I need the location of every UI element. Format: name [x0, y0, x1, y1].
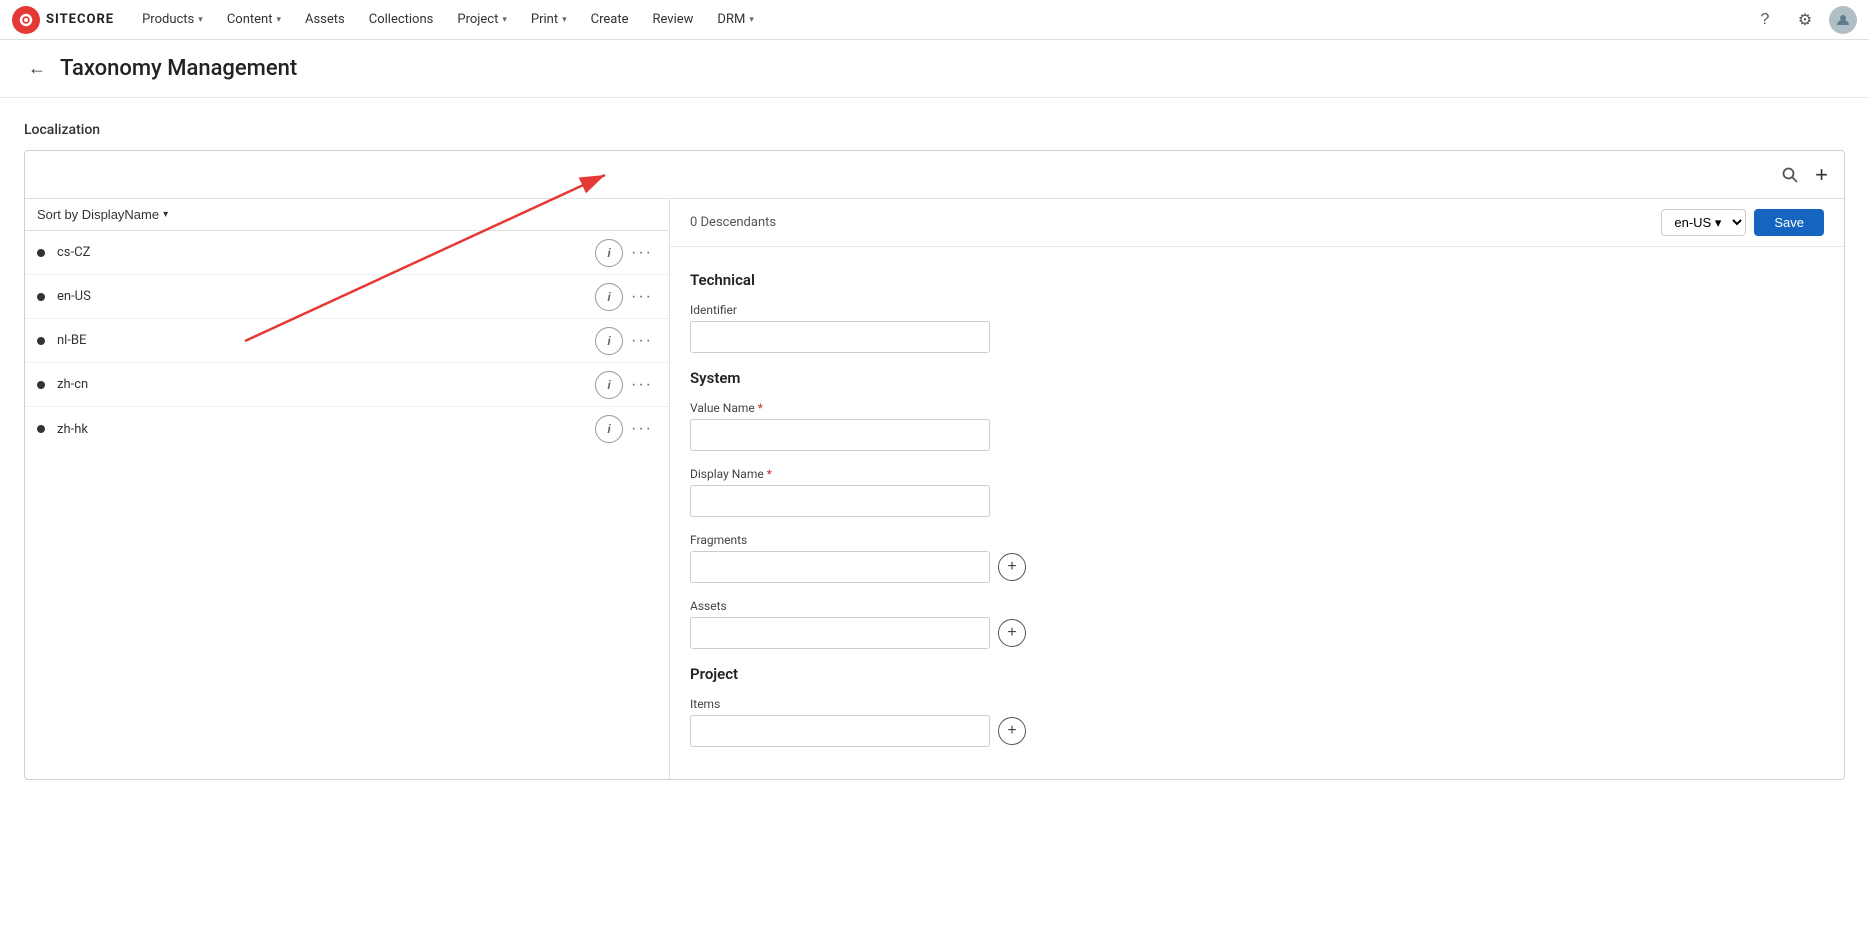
items-field-row: +: [690, 715, 1824, 747]
nav-item-print[interactable]: Print ▾: [519, 0, 579, 40]
value-name-input[interactable]: [690, 419, 990, 451]
project-section-heading: Project: [690, 665, 1824, 683]
value-name-label: Value Name *: [690, 401, 1824, 415]
assets-field-row: +: [690, 617, 1824, 649]
add-item-button[interactable]: +: [1811, 160, 1832, 190]
panel-toolbar: +: [25, 151, 1844, 199]
item-actions: i ···: [595, 283, 657, 311]
technical-section-heading: Technical: [690, 271, 1824, 289]
display-name-field-group: Display Name *: [690, 467, 1824, 517]
item-actions: i ···: [595, 327, 657, 355]
nav-item-collections[interactable]: Collections: [357, 0, 446, 40]
page-title: Taxonomy Management: [60, 56, 297, 81]
identifier-input[interactable]: [690, 321, 990, 353]
fragments-label: Fragments: [690, 533, 1824, 547]
identifier-label: Identifier: [690, 303, 1824, 317]
info-button[interactable]: i: [595, 371, 623, 399]
item-actions: i ···: [595, 239, 657, 267]
nav-item-content[interactable]: Content ▾: [215, 0, 293, 40]
identifier-field-group: Identifier: [690, 303, 1824, 353]
chevron-down-icon: ▾: [198, 15, 203, 25]
items-input[interactable]: [690, 715, 990, 747]
add-assets-button[interactable]: +: [998, 619, 1026, 647]
item-actions: i ···: [595, 371, 657, 399]
item-actions: i ···: [595, 415, 657, 443]
panel-body: Sort by DisplayName ▾ cs-CZ i ··· en-US: [25, 199, 1844, 779]
nav-item-products[interactable]: Products ▾: [130, 0, 215, 40]
chevron-down-icon: ▾: [502, 15, 507, 25]
bullet-icon: [37, 425, 45, 433]
more-button[interactable]: ···: [627, 286, 657, 308]
more-button[interactable]: ···: [627, 418, 657, 440]
sort-bar: Sort by DisplayName ▾: [25, 199, 669, 231]
chevron-down-icon: ▾: [749, 15, 754, 25]
detail-panel: 0 Descendants en-US ▾ Save Technical Ide…: [670, 199, 1844, 779]
bullet-icon: [37, 293, 45, 301]
nav-item-review[interactable]: Review: [640, 0, 705, 40]
user-avatar[interactable]: [1829, 6, 1857, 34]
chevron-down-icon: ▾: [163, 209, 168, 220]
info-button[interactable]: i: [595, 239, 623, 267]
bullet-icon: [37, 337, 45, 345]
page-header: ← Taxonomy Management: [0, 40, 1869, 98]
bullet-icon: [37, 249, 45, 257]
fragments-field-group: Fragments +: [690, 533, 1824, 583]
list-item: zh-hk i ···: [25, 407, 669, 451]
assets-input[interactable]: [690, 617, 990, 649]
locale-select[interactable]: en-US ▾: [1661, 209, 1746, 236]
fragments-input[interactable]: [690, 551, 990, 583]
fragments-field-row: +: [690, 551, 1824, 583]
value-name-field-group: Value Name *: [690, 401, 1824, 451]
main-content: Localization +: [0, 98, 1869, 804]
sitecore-logo-icon: [12, 6, 40, 34]
display-name-label: Display Name *: [690, 467, 1824, 481]
list-panel: Sort by DisplayName ▾ cs-CZ i ··· en-US: [25, 199, 670, 779]
back-button[interactable]: ←: [24, 54, 50, 83]
required-indicator: *: [758, 401, 763, 415]
chevron-down-icon: ▾: [276, 15, 281, 25]
assets-field-group: Assets +: [690, 599, 1824, 649]
chevron-down-icon: ▾: [562, 15, 567, 25]
detail-body: Technical Identifier System Value Name *: [670, 247, 1844, 779]
more-button[interactable]: ···: [627, 330, 657, 352]
system-section-heading: System: [690, 369, 1824, 387]
list-item: nl-BE i ···: [25, 319, 669, 363]
required-indicator: *: [767, 467, 772, 481]
more-button[interactable]: ···: [627, 374, 657, 396]
nav-item-create[interactable]: Create: [579, 0, 641, 40]
descendants-count: 0 Descendants: [690, 215, 776, 230]
logo[interactable]: SITECORE: [12, 6, 114, 34]
detail-header-right: en-US ▾ Save: [1661, 209, 1824, 236]
detail-header: 0 Descendants en-US ▾ Save: [670, 199, 1844, 247]
sort-button[interactable]: Sort by DisplayName ▾: [37, 207, 168, 222]
nav-right-icons: ? ⚙: [1749, 4, 1857, 36]
bullet-icon: [37, 381, 45, 389]
add-fragments-button[interactable]: +: [998, 553, 1026, 581]
nav-item-assets[interactable]: Assets: [293, 0, 357, 40]
list-item: en-US i ···: [25, 275, 669, 319]
items-field-group: Items +: [690, 697, 1824, 747]
list-item: zh-cn i ···: [25, 363, 669, 407]
search-button[interactable]: [1777, 162, 1803, 188]
info-button[interactable]: i: [595, 327, 623, 355]
assets-label: Assets: [690, 599, 1824, 613]
info-button[interactable]: i: [595, 283, 623, 311]
settings-button[interactable]: ⚙: [1789, 4, 1821, 36]
nav-items: Products ▾ Content ▾ Assets Collections …: [130, 0, 1749, 40]
localization-label: Localization: [24, 122, 1845, 138]
nav-item-drm[interactable]: DRM ▾: [705, 0, 765, 40]
taxonomy-panel: + Sort by DisplayName ▾: [24, 150, 1845, 780]
add-items-button[interactable]: +: [998, 717, 1026, 745]
top-navigation: SITECORE Products ▾ Content ▾ Assets Col…: [0, 0, 1869, 40]
display-name-input[interactable]: [690, 485, 990, 517]
nav-item-project[interactable]: Project ▾: [445, 0, 519, 40]
more-button[interactable]: ···: [627, 242, 657, 264]
list-item: cs-CZ i ···: [25, 231, 669, 275]
save-button[interactable]: Save: [1754, 209, 1824, 236]
logo-text: SITECORE: [46, 12, 114, 27]
items-label: Items: [690, 697, 1824, 711]
help-button[interactable]: ?: [1749, 4, 1781, 36]
info-button[interactable]: i: [595, 415, 623, 443]
